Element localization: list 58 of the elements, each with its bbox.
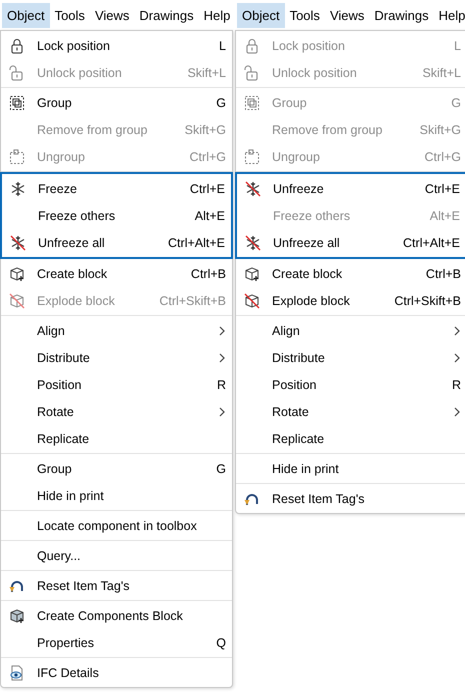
menu-bar-item[interactable]: Object: [237, 2, 285, 28]
snowflake-icon: [10, 180, 26, 196]
unlock-icon: [244, 64, 260, 80]
menu-item[interactable]: Align: [236, 317, 465, 344]
menu-item[interactable]: Hide in print: [236, 455, 465, 482]
menu-item[interactable]: Unfreeze Ctrl+E: [237, 175, 465, 202]
menu-item[interactable]: Unfreeze all Ctrl+Alt+E: [2, 229, 231, 256]
menu-item[interactable]: Reset Item Tag's: [1, 572, 232, 599]
menu-item[interactable]: Position R: [236, 371, 465, 398]
menu-item[interactable]: Group G: [1, 89, 232, 116]
crossed-snowflake-icon: [245, 180, 261, 196]
menu-bar-item[interactable]: Drawings: [134, 2, 199, 28]
menu-bar-item[interactable]: Views: [324, 2, 370, 28]
menu-bar-item[interactable]: Views: [90, 2, 134, 28]
crossed-snowflake-icon: [245, 234, 261, 250]
cube-plus-icon: [9, 266, 25, 282]
menu-item[interactable]: Create block Ctrl+B: [236, 260, 465, 287]
menu-item[interactable]: Query...: [1, 542, 232, 569]
cube-plus-icon: [244, 266, 260, 282]
menu-item[interactable]: Rotate: [1, 398, 232, 425]
group-icon: [9, 94, 25, 110]
menu-bar-item[interactable]: Drawings: [369, 2, 434, 28]
ungroup-icon: [244, 148, 260, 164]
menu-bar-item[interactable]: Help: [434, 2, 465, 28]
menu-item[interactable]: Position R: [1, 371, 232, 398]
menu-item[interactable]: IFC Details: [1, 659, 232, 686]
menu-item[interactable]: Group G: [1, 455, 232, 482]
menu-item[interactable]: Freeze others Alt+E: [2, 202, 231, 229]
menu-item[interactable]: Lock position L: [1, 32, 232, 59]
menu-item[interactable]: Unfreeze all Ctrl+Alt+E: [237, 229, 465, 256]
crossed-cube-icon: [244, 292, 260, 308]
menu-item[interactable]: Create block Ctrl+B: [1, 260, 232, 287]
cube-icon: [9, 608, 25, 624]
menu-bar-item[interactable]: Tools: [50, 2, 90, 28]
menu-item[interactable]: Hide in print: [1, 482, 232, 509]
menu-item[interactable]: Replicate: [1, 425, 232, 452]
crossed-cube-icon: [9, 292, 25, 308]
menu-bar-item[interactable]: Object: [2, 2, 50, 28]
crossed-snowflake-icon: [10, 234, 26, 250]
menu-bar-item[interactable]: Help: [198, 2, 236, 28]
eye-document-icon: [9, 664, 25, 680]
menu-item[interactable]: Properties Q: [1, 629, 232, 656]
ungroup-icon: [9, 148, 25, 164]
menu-item[interactable]: Explode block Ctrl+Skift+B: [236, 287, 465, 314]
menu-item[interactable]: Align: [1, 317, 232, 344]
menu-item[interactable]: Distribute: [1, 344, 232, 371]
menu-item[interactable]: Distribute: [236, 344, 465, 371]
menu-item[interactable]: Rotate: [236, 398, 465, 425]
menu-item[interactable]: Reset Item Tag's: [236, 485, 465, 512]
lock-icon: [9, 38, 25, 54]
lock-icon: [244, 38, 260, 54]
unlock-icon: [9, 64, 25, 80]
menu-item[interactable]: Replicate: [236, 425, 465, 452]
menu-item[interactable]: Locate component in toolbox: [1, 512, 232, 539]
menu-item[interactable]: Create Components Block: [1, 602, 232, 629]
group-icon: [244, 94, 260, 110]
menu-bar-item[interactable]: Tools: [284, 2, 325, 28]
menu-item[interactable]: Freeze Ctrl+E: [2, 175, 231, 202]
